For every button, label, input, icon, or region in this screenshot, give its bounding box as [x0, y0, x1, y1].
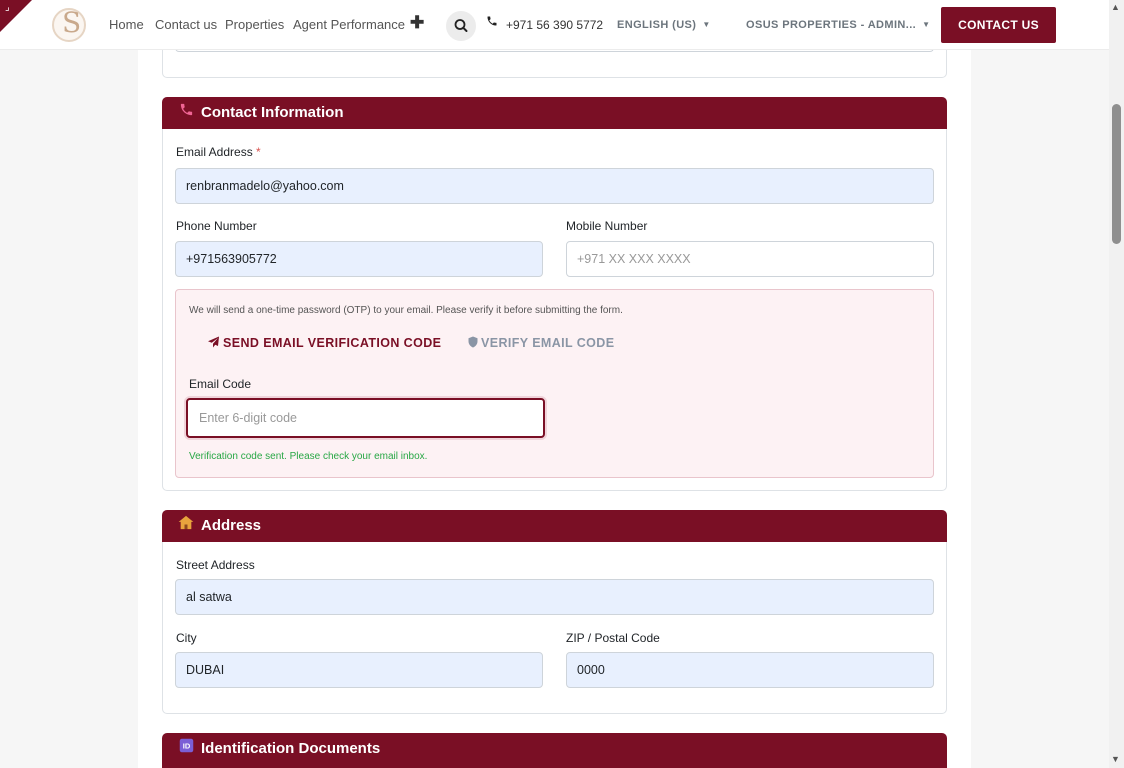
nav-contact-us[interactable]: Contact us	[155, 17, 217, 32]
contact-card-header: Contact Information	[162, 97, 947, 129]
id-card-icon: ID	[177, 733, 195, 765]
city-field[interactable]: DUBAI	[175, 652, 543, 688]
search-button[interactable]	[446, 11, 476, 41]
chevron-down-icon: ▼	[922, 20, 931, 29]
street-label: Street Address	[176, 558, 255, 572]
svg-text:ID: ID	[182, 742, 190, 751]
phone-label: Phone Number	[176, 219, 257, 233]
required-mark: *	[256, 145, 261, 159]
nav-agent-performance[interactable]: Agent Performance	[293, 17, 405, 32]
otp-note: We will send a one-time password (OTP) t…	[189, 305, 623, 316]
scroll-down-icon[interactable]: ▼	[1111, 754, 1120, 764]
scrollbar-thumb[interactable]	[1112, 104, 1121, 244]
contact-us-button[interactable]: CONTACT US	[941, 7, 1056, 43]
corner-icon: ⌟	[5, 2, 10, 13]
chevron-down-icon: ▼	[702, 20, 711, 29]
mobile-label: Mobile Number	[566, 219, 648, 233]
email-field[interactable]: renbranmadelo@yahoo.com	[175, 168, 934, 204]
city-label: City	[176, 631, 197, 645]
phone-field[interactable]: +971563905772	[175, 241, 543, 277]
nav-home[interactable]: Home	[109, 17, 144, 32]
send-verification-button[interactable]: SEND EMAIL VERIFICATION CODE	[207, 336, 441, 350]
language-selector[interactable]: ENGLISH (US) ▼	[617, 19, 711, 31]
otp-panel	[175, 289, 934, 478]
house-icon	[177, 510, 195, 542]
mobile-field[interactable]: +971 XX XXX XXXX	[566, 241, 934, 277]
add-icon[interactable]: ✚	[410, 13, 424, 33]
phone-number[interactable]: +971 56 390 5772	[506, 18, 603, 32]
street-field[interactable]: al satwa	[175, 579, 934, 615]
top-navbar: ⌟ S Home Contact us Properties Agent Per…	[0, 0, 1109, 50]
brand-logo-letter: S	[62, 6, 82, 39]
search-icon	[454, 19, 468, 32]
email-label: Email Address *	[176, 145, 261, 159]
scroll-up-icon[interactable]: ▲	[1111, 2, 1120, 12]
zip-label: ZIP / Postal Code	[566, 631, 660, 645]
nav-properties[interactable]: Properties	[225, 17, 284, 32]
account-menu[interactable]: OSUS PROPERTIES - ADMIN... ▼	[746, 19, 930, 31]
phone-icon	[486, 15, 498, 30]
identification-card-header: ID Identification Documents	[162, 733, 947, 768]
email-code-label: Email Code	[189, 377, 252, 391]
identification-card-title: Identification Documents	[201, 740, 381, 757]
zip-field[interactable]: 0000	[566, 652, 934, 688]
paper-plane-icon	[208, 336, 219, 348]
address-card-title: Address	[201, 517, 262, 534]
email-code-input[interactable]: Enter 6-digit code	[186, 398, 545, 438]
success-message: Verification code sent. Please check you…	[189, 451, 428, 462]
shield-icon	[468, 336, 478, 348]
phone-icon	[177, 97, 195, 129]
verify-code-button[interactable]: VERIFY EMAIL CODE	[468, 336, 614, 350]
contact-card-title: Contact Information	[201, 104, 344, 121]
address-card-header: Address	[162, 510, 947, 542]
